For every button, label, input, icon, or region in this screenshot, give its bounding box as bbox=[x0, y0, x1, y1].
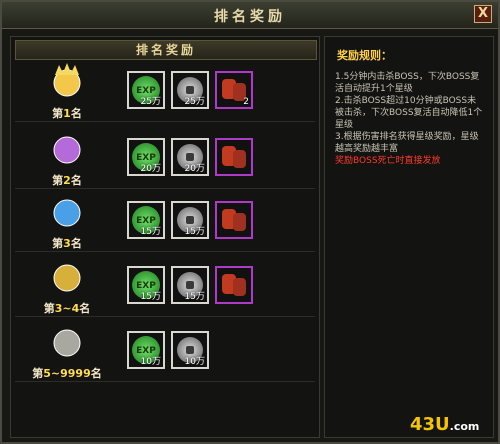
rules-panel: 奖励规则： 1.5分钟内击杀BOSS，下次BOSS复活自动提升1个星级 2.击杀… bbox=[324, 36, 494, 438]
exp-reward-slot[interactable]: EXP 25万 bbox=[127, 71, 165, 109]
gift-bag-icon bbox=[233, 150, 246, 168]
reward-amount: 15万 bbox=[184, 292, 205, 302]
rank-badge: 第5~9999名 bbox=[15, 321, 119, 381]
reward-window: 排名奖励 X 排名奖励 第1名 EXP 25万 25万 2 第2名 EXP 20万 20万 第3名… bbox=[0, 0, 500, 444]
silver-reward-slot[interactable]: 15万 bbox=[171, 266, 209, 304]
reward-amount: 2 bbox=[243, 97, 249, 107]
reward-amount: 25万 bbox=[140, 97, 161, 107]
reward-amount: 10万 bbox=[184, 357, 205, 367]
rank-row: 第2名 EXP 20万 20万 bbox=[15, 128, 315, 189]
rank-badge: 第3~4名 bbox=[15, 256, 119, 316]
logo-suffix: .com bbox=[449, 420, 480, 433]
rank-reward-header: 排名奖励 bbox=[15, 40, 317, 60]
reward-amount: 15万 bbox=[184, 227, 205, 237]
silver-reward-slot[interactable]: 25万 bbox=[171, 71, 209, 109]
silver-reward-slot[interactable]: 10万 bbox=[171, 331, 209, 369]
medal-icon bbox=[53, 329, 81, 357]
rank-row: 第3~4名 EXP 15万 15万 bbox=[15, 256, 315, 317]
reward-amount: 20万 bbox=[140, 164, 161, 174]
exp-reward-slot[interactable]: EXP 10万 bbox=[127, 331, 165, 369]
logo-main: 43U bbox=[410, 414, 450, 435]
window-title: 排名奖励 bbox=[214, 9, 286, 25]
reward-amount: 15万 bbox=[140, 292, 161, 302]
rank-label: 第3名 bbox=[52, 237, 82, 250]
silver-reward-slot[interactable]: 20万 bbox=[171, 138, 209, 176]
gift-bag-reward-slot[interactable] bbox=[215, 266, 253, 304]
gift-bag-reward-slot[interactable] bbox=[215, 201, 253, 239]
star-medal-icon bbox=[53, 199, 81, 227]
rank-row: 第1名 EXP 25万 25万 2 bbox=[15, 61, 315, 122]
star-medal-icon bbox=[53, 136, 81, 164]
gift-bag-icon bbox=[233, 278, 246, 296]
rule-line: 2.击杀BOSS超过10分钟或BOSS未被击杀，下次BOSS复活自动降低1个星级 bbox=[335, 96, 483, 130]
rank-row: 第3名 EXP 15万 15万 bbox=[15, 191, 315, 252]
silver-reward-slot[interactable]: 15万 bbox=[171, 201, 209, 239]
reward-amount: 20万 bbox=[184, 164, 205, 174]
rank-row: 第5~9999名 EXP 10万 10万 bbox=[15, 321, 315, 382]
exp-reward-slot[interactable]: EXP 15万 bbox=[127, 266, 165, 304]
rules-title: 奖励规则： bbox=[337, 49, 392, 62]
exp-reward-slot[interactable]: EXP 20万 bbox=[127, 138, 165, 176]
title-bar[interactable]: 排名奖励 X bbox=[2, 2, 498, 29]
reward-amount: 25万 bbox=[184, 97, 205, 107]
rule-line: 1.5分钟内击杀BOSS，下次BOSS复活自动提升1个星级 bbox=[335, 72, 480, 94]
rank-label: 第1名 bbox=[52, 107, 82, 120]
crown-icon bbox=[53, 63, 81, 97]
rank-badge: 第3名 bbox=[15, 191, 119, 251]
rank-label: 第3~4名 bbox=[43, 302, 91, 315]
rank-label: 第5~9999名 bbox=[32, 367, 102, 380]
rank-badge: 第2名 bbox=[15, 128, 119, 188]
exp-reward-slot[interactable]: EXP 15万 bbox=[127, 201, 165, 239]
reward-amount: 15万 bbox=[140, 227, 161, 237]
close-button[interactable]: X bbox=[474, 5, 492, 23]
site-logo: 43U.com bbox=[410, 414, 479, 435]
gift-bag-icon bbox=[233, 213, 246, 231]
rules-text: 1.5分钟内击杀BOSS，下次BOSS复活自动提升1个星级 2.击杀BOSS超过… bbox=[335, 71, 485, 167]
medal-icon bbox=[53, 264, 81, 292]
gift-bag-reward-slot[interactable]: 2 bbox=[215, 71, 253, 109]
reward-amount: 10万 bbox=[140, 357, 161, 367]
rule-warning: 奖励BOSS死亡时直接发放 bbox=[335, 156, 441, 166]
rule-line: 3.根据伤害排名获得星级奖励，星级越高奖励越丰富 bbox=[335, 132, 479, 154]
rank-label: 第2名 bbox=[52, 174, 82, 187]
gift-bag-reward-slot[interactable] bbox=[215, 138, 253, 176]
rank-badge: 第1名 bbox=[15, 61, 119, 121]
rank-reward-panel: 排名奖励 第1名 EXP 25万 25万 2 第2名 EXP 20万 20万 第3名 EXP 15万 1… bbox=[10, 36, 320, 438]
rank-reward-header-label: 排名奖励 bbox=[135, 43, 196, 57]
